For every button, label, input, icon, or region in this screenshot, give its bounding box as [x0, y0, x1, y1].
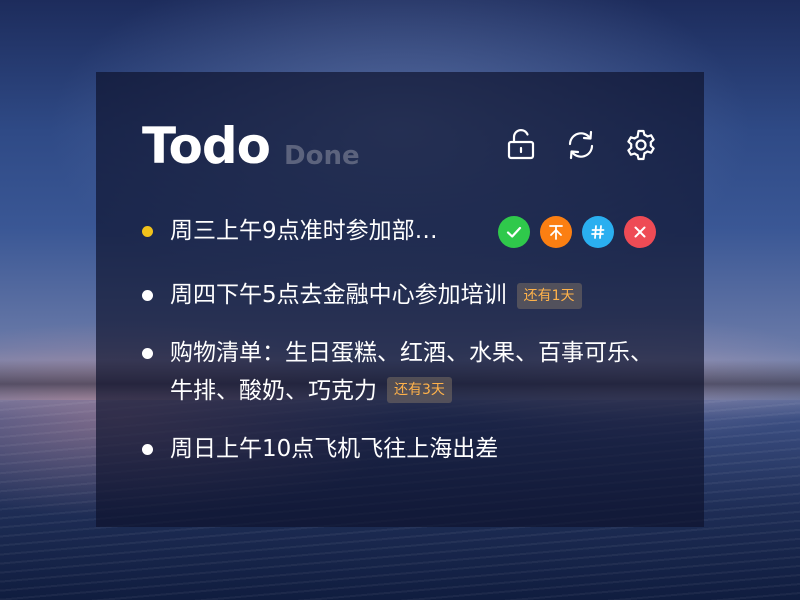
pin-top-icon[interactable] — [540, 216, 572, 248]
check-icon[interactable] — [498, 216, 530, 248]
todo-text: 周日上午10点飞机飞往上海出差 — [170, 436, 499, 462]
unlock-icon[interactable] — [502, 126, 540, 164]
todo-panel: Todo Done 周三上午9点准时参加部… 周四下午5点去金融中心参加培训 还… — [96, 72, 704, 527]
todo-text: 周四下午5点去金融中心参加培训 — [170, 282, 507, 308]
todo-text: 周三上午9点准时参加部… — [170, 218, 438, 244]
list-item[interactable]: 周日上午10点飞机飞往上海出差 — [142, 430, 664, 468]
due-badge: 还有3天 — [387, 376, 452, 403]
due-badge: 还有1天 — [516, 282, 582, 309]
gear-icon[interactable] — [622, 126, 660, 164]
header: Todo Done — [142, 116, 660, 176]
bullet-active — [142, 226, 153, 237]
list-item[interactable]: 周三上午9点准时参加部… — [142, 212, 664, 250]
done-tab[interactable]: Done — [284, 138, 360, 174]
bullet — [142, 348, 153, 359]
list-item[interactable]: 购物清单：生日蛋糕、红酒、水果、百事可乐、牛排、酸奶、巧克力 还有3天 — [142, 334, 664, 410]
item-actions — [498, 216, 656, 248]
refresh-icon[interactable] — [562, 126, 600, 164]
todo-list: 周三上午9点准时参加部… 周四下午5点去金融中心参加培训 还有1天 购物清单：生… — [142, 212, 664, 468]
todo-text-wrap: 购物清单：生日蛋糕、红酒、水果、百事可乐、牛排、酸奶、巧克力 还有3天 — [170, 334, 664, 410]
bullet — [142, 290, 153, 301]
bullet — [142, 444, 153, 455]
app-title: Todo — [142, 117, 271, 175]
header-toolbar — [502, 126, 660, 164]
list-item[interactable]: 周四下午5点去金融中心参加培训 还有1天 — [142, 276, 664, 314]
close-icon[interactable] — [624, 216, 656, 248]
tag-hash-icon[interactable] — [582, 216, 614, 248]
